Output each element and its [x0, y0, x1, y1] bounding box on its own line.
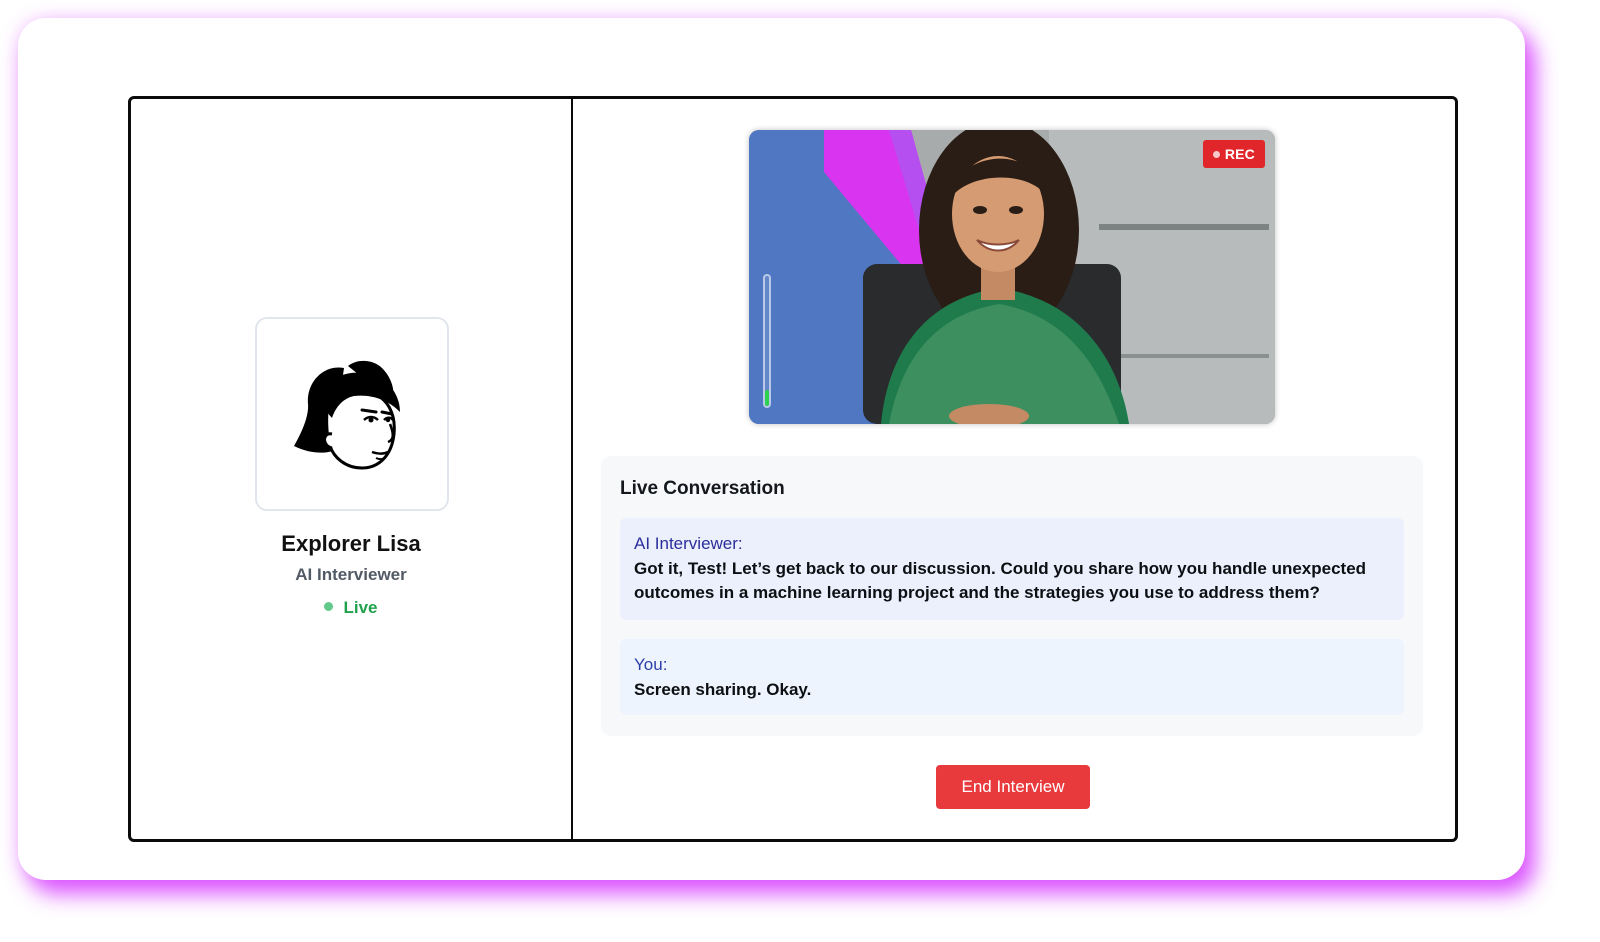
live-status: Live	[131, 598, 571, 618]
app-card: Explorer Lisa AI Interviewer Live REC Li…	[18, 18, 1525, 880]
message-speaker: AI Interviewer:	[634, 534, 743, 553]
conversation-title: Live Conversation	[620, 478, 785, 499]
live-conversation-panel: Live Conversation AI Interviewer: Got it…	[601, 456, 1423, 736]
candidate-video: REC	[749, 130, 1275, 424]
recording-label: REC	[1224, 146, 1255, 162]
interviewer-panel: Explorer Lisa AI Interviewer Live	[131, 99, 573, 839]
interviewer-name: Explorer Lisa	[281, 531, 421, 556]
recording-badge: REC	[1202, 140, 1265, 168]
audio-level-fill	[765, 390, 769, 406]
message-text: Screen sharing. Okay.	[634, 680, 812, 699]
message-text: Got it, Test! Let’s get back to our disc…	[634, 559, 1367, 602]
candidate-video-frame	[749, 130, 1275, 424]
message-ai: AI Interviewer: Got it, Test! Let’s get …	[620, 518, 1404, 620]
recording-dot-icon	[1212, 151, 1220, 158]
live-status-label: Live	[343, 598, 378, 617]
live-status-dot	[324, 602, 334, 611]
interviewer-role: AI Interviewer	[295, 565, 407, 584]
audio-level-meter	[763, 274, 771, 408]
end-interview-button[interactable]: End Interview	[936, 765, 1090, 809]
interview-window: Explorer Lisa AI Interviewer Live REC Li…	[128, 96, 1458, 842]
interviewer-avatar	[255, 317, 449, 511]
woman-face-icon	[294, 360, 400, 470]
message-speaker: You:	[634, 655, 668, 674]
message-you: You: Screen sharing. Okay.	[620, 639, 1404, 715]
